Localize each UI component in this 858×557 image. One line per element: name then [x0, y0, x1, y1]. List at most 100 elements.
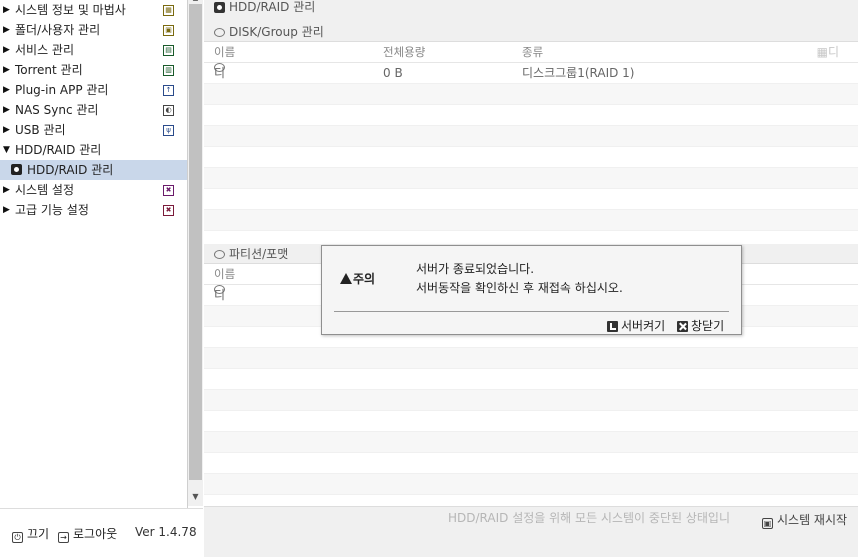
sidebar-item-label: 서비스 관리 [15, 43, 75, 57]
page-title: HDD/RAID 관리 [204, 0, 858, 18]
column-name: 이름 [214, 267, 236, 281]
plugin-icon: ↑ [163, 85, 174, 96]
column-name: 이름 [214, 45, 236, 59]
expand-arrow-icon: ▶ [3, 205, 10, 215]
disk-group-title: DISK/Group 관리 [229, 25, 324, 39]
sidebar-item-advanced[interactable]: ▶ 고급 기능 설정 ✖ [0, 200, 188, 220]
expand-arrow-icon: ▶ [3, 185, 10, 195]
create-disk-group-button[interactable]: ▦ 디스크그룹 생성 [817, 42, 839, 179]
version-label: Ver 1.4.78 [135, 525, 197, 539]
hdd-icon [214, 2, 225, 13]
sidebar-item-hdd-raid[interactable]: ▼ HDD/RAID 관리 [0, 140, 188, 160]
sidebar-item-label: Plug-in APP 관리 [15, 83, 109, 97]
expand-arrow-icon: ▶ [3, 5, 10, 15]
table-row-empty [204, 369, 858, 390]
usb-icon: ψ [163, 125, 174, 136]
server-on-icon [607, 321, 618, 332]
sidebar-item-torrent[interactable]: ▶ Torrent 관리 ▥ [0, 60, 188, 80]
settings-icon: ✖ [163, 185, 174, 196]
sidebar-item-usb[interactable]: ▶ USB 관리 ψ [0, 120, 188, 140]
sidebar-item-nas-sync[interactable]: ▶ NAS Sync 관리 ◐ [0, 100, 188, 120]
close-dialog-label: 창닫기 [691, 319, 725, 333]
table-row[interactable]: 디스크그룹1 0 B 디스크그룹1(RAID 1) [204, 63, 858, 180]
sidebar-item-label: HDD/RAID 관리 [15, 143, 102, 157]
column-capacity: 전체용량 [383, 45, 426, 59]
power-off-button[interactable]: ⏻ 끄기 [12, 525, 49, 543]
sidebar-menu: ▶ 시스템 정보 및 마법사 ▦ ▶ 폴더/사용자 관리 ▣ ▶ 서비스 관리 … [0, 0, 188, 220]
scrollbar-thumb[interactable] [189, 4, 202, 480]
table-row-empty [204, 390, 858, 411]
sidebar-footer: ⏻ 끄기 → 로그아웃 Ver 1.4.78 [0, 508, 203, 556]
disk-table-header: 이름 전체용량 종류 ▦ 디스크그룹 생성 [204, 42, 858, 179]
disk-table-body: 디스크그룹1 0 B 디스크그룹1(RAID 1) [204, 63, 858, 252]
table-row-empty [204, 105, 858, 126]
sidebar-item-label: 고급 기능 설정 [15, 203, 89, 217]
logout-label: 로그아웃 [73, 527, 118, 541]
dialog-warning: 주의 [340, 270, 375, 287]
sidebar-item-system-info[interactable]: ▶ 시스템 정보 및 마법사 ▦ [0, 0, 188, 20]
table-row-empty [204, 168, 858, 189]
sidebar-item-plugin-app[interactable]: ▶ Plug-in APP 관리 ↑ [0, 80, 188, 100]
table-row-empty [204, 126, 858, 147]
sidebar-subitem-hdd-raid[interactable]: HDD/RAID 관리 [0, 160, 187, 180]
system-restart-label: 시스템 재시작 [777, 513, 848, 527]
sidebar: ▶ 시스템 정보 및 마법사 ▦ ▶ 폴더/사용자 관리 ▣ ▶ 서비스 관리 … [0, 0, 188, 556]
folder-user-icon: ▣ [163, 25, 174, 36]
disk-group-section: DISK/Group 관리 이름 전체용량 종류 ▦ 디스크그룹 생성 디스크그… [204, 22, 858, 252]
expand-arrow-icon: ▶ [3, 45, 10, 55]
torrent-icon: ▥ [163, 65, 174, 76]
sidebar-item-label: 시스템 정보 및 마법사 [15, 3, 126, 17]
table-row-empty [204, 348, 858, 369]
system-restart-button[interactable]: ▣ 시스템 재시작 [762, 511, 847, 529]
sidebar-item-system-settings[interactable]: ▶ 시스템 설정 ✖ [0, 180, 188, 200]
sidebar-scrollbar[interactable]: ▲ ▼ [188, 0, 203, 506]
table-row-empty [204, 210, 858, 231]
bottom-status-bar: HDD/RAID 설정을 위해 모든 시스템이 중단된 상태입니 ▣ 시스템 재시… [204, 506, 858, 557]
logout-icon: → [58, 532, 69, 543]
page-title-text: HDD/RAID 관리 [229, 0, 316, 14]
expand-arrow-icon: ▶ [3, 65, 10, 75]
table-row-empty [204, 453, 858, 474]
expand-arrow-icon: ▶ [3, 85, 10, 95]
sidebar-item-label: 시스템 설정 [15, 183, 75, 197]
table-row-empty [204, 432, 858, 453]
dialog-message-line2: 서버동작을 확인하신 후 재접속 하십시오. [416, 281, 623, 295]
column-type: 종류 [522, 45, 544, 59]
table-row-empty [204, 189, 858, 210]
table-row-empty [204, 411, 858, 432]
disk-row-type: 디스크그룹1(RAID 1) [522, 66, 635, 80]
logout-button[interactable]: → 로그아웃 [58, 525, 117, 543]
table-row-empty [204, 474, 858, 495]
dialog-title: 주의 [353, 272, 376, 286]
sidebar-item-label: USB 관리 [15, 123, 66, 137]
sync-icon: ◐ [163, 105, 174, 116]
server-on-label: 서버켜기 [621, 319, 666, 333]
dialog-message-line1: 서버가 종료되었습니다. [416, 262, 535, 276]
sidebar-item-label: NAS Sync 관리 [15, 103, 99, 117]
disk-group-header: DISK/Group 관리 [204, 22, 858, 42]
chart-icon: ▦ [163, 5, 174, 16]
disk-stack-icon [214, 28, 225, 37]
sidebar-item-folder-user[interactable]: ▶ 폴더/사용자 관리 ▣ [0, 20, 188, 40]
server-on-button[interactable]: 서버켜기 [607, 317, 665, 334]
restart-icon: ▣ [762, 518, 773, 529]
expand-arrow-icon: ▶ [3, 25, 10, 35]
power-off-label: 끄기 [27, 527, 50, 541]
partition-title: 파티션/포맷 [229, 247, 289, 261]
close-dialog-button[interactable]: 창닫기 [677, 317, 724, 334]
services-icon: ▤ [163, 45, 174, 56]
dialog-divider [334, 311, 729, 312]
scroll-down-icon[interactable]: ▼ [188, 492, 203, 504]
collapse-arrow-icon: ▼ [3, 145, 10, 155]
partition-icon [214, 250, 225, 259]
sidebar-item-label: 폴더/사용자 관리 [15, 23, 101, 37]
sidebar-subitem-label: HDD/RAID 관리 [27, 163, 114, 177]
disk-row-size: 0 B [383, 66, 403, 80]
close-icon [677, 321, 688, 332]
hdd-icon [11, 164, 22, 175]
sidebar-item-services[interactable]: ▶ 서비스 관리 ▤ [0, 40, 188, 60]
table-row-empty [204, 84, 858, 105]
server-shutdown-dialog: 주의 서버가 종료되었습니다. 서버동작을 확인하신 후 재접속 하십시오. 서… [321, 245, 742, 335]
expand-arrow-icon: ▶ [3, 125, 10, 135]
table-row-empty [204, 147, 858, 168]
